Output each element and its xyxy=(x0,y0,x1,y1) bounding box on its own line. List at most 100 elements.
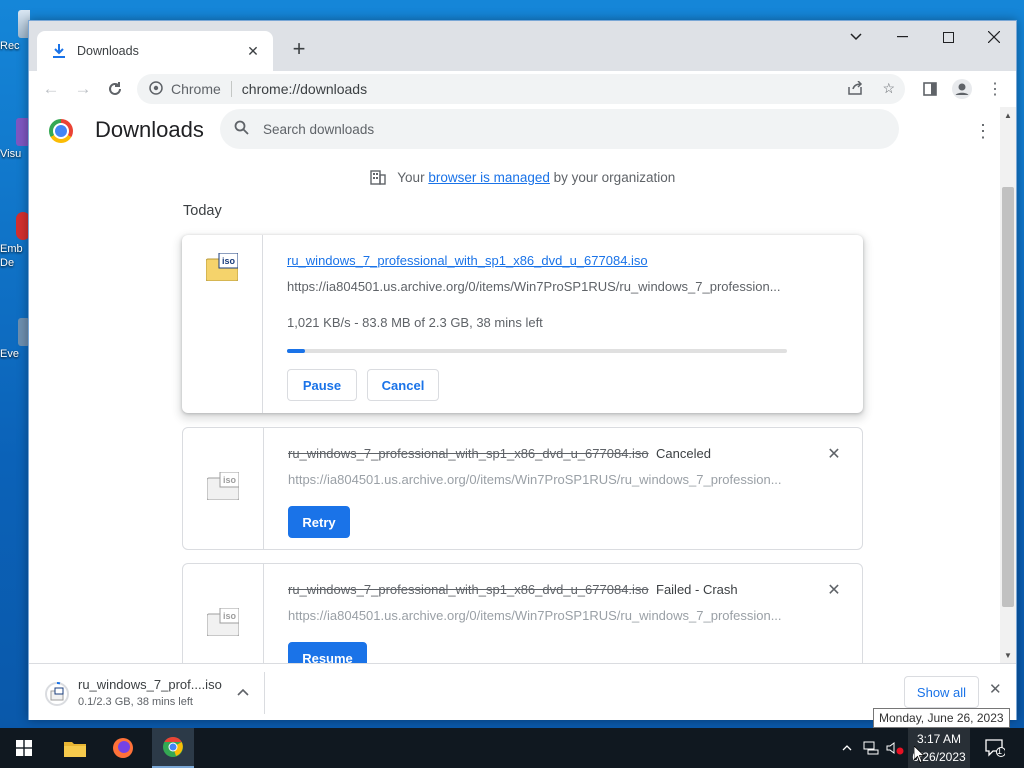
file-icon-column: iso xyxy=(183,564,264,663)
scrollbar-thumb[interactable] xyxy=(1002,187,1014,607)
taskbar: 3:17 AM 6/26/2023 1 xyxy=(0,728,1024,768)
retry-button[interactable]: Retry xyxy=(288,506,350,538)
scroll-down-arrow-icon[interactable]: ▼ xyxy=(1000,647,1016,663)
reload-button[interactable] xyxy=(101,75,129,103)
volume-muted-icon[interactable] xyxy=(884,728,906,768)
desktop-icon-label: Emb De xyxy=(0,243,23,269)
section-heading-today: Today xyxy=(183,203,222,219)
downloads-header: Downloads ⋮ xyxy=(29,107,1016,163)
mouse-cursor-icon xyxy=(913,745,926,766)
tab-strip: Downloads ✕ + xyxy=(29,21,1016,71)
managed-link[interactable]: browser is managed xyxy=(428,170,550,185)
chevron-up-tray-icon[interactable] xyxy=(838,728,856,768)
download-item: iso ru_windows_7_professional_with_sp1_x… xyxy=(182,563,863,663)
back-button[interactable]: ← xyxy=(37,75,65,103)
file-name: ru_windows_7_professional_with_sp1_x86_d… xyxy=(288,582,649,597)
toolbar: ← → Chrome chrome://downloads ☆ ⋮ xyxy=(29,71,1016,107)
scroll-up-arrow-icon[interactable]: ▲ xyxy=(1000,107,1016,123)
desktop-icon-label: Rec xyxy=(0,40,20,52)
remove-item-icon[interactable]: ✕ xyxy=(824,580,844,600)
tab-title: Downloads xyxy=(77,44,139,58)
progress-bar-fill xyxy=(287,349,305,353)
iso-label: iso xyxy=(222,256,236,266)
chrome-secure-icon xyxy=(149,80,163,98)
bookmark-star-icon[interactable]: ☆ xyxy=(882,80,895,97)
profile-avatar-icon[interactable] xyxy=(948,75,976,103)
resume-button[interactable]: Resume xyxy=(288,642,367,663)
side-panel-icon[interactable] xyxy=(916,75,944,103)
chevron-up-icon[interactable] xyxy=(237,684,249,699)
page-title: Downloads xyxy=(95,117,204,142)
file-icon-column: iso xyxy=(183,428,264,549)
iso-file-icon: iso xyxy=(206,471,240,501)
building-icon xyxy=(370,169,386,188)
network-icon[interactable] xyxy=(860,728,882,768)
more-actions-icon[interactable]: ⋮ xyxy=(971,119,995,143)
managed-prefix: Your xyxy=(397,170,425,185)
file-name: ru_windows_7_professional_with_sp1_x86_d… xyxy=(288,446,649,461)
file-url[interactable]: https://ia804501.us.archive.org/0/items/… xyxy=(288,608,784,623)
iso-file-icon: iso xyxy=(205,252,239,282)
notification-center-icon[interactable]: 1 xyxy=(978,728,1012,768)
download-item: iso ru_windows_7_professional_with_sp1_x… xyxy=(182,235,863,413)
omnibox-url: chrome://downloads xyxy=(241,81,368,97)
tab-downloads[interactable]: Downloads ✕ xyxy=(37,31,273,71)
shelf-download-item[interactable]: ru_windows_7_prof....iso 0.1/2.3 GB, 38 … xyxy=(41,672,265,714)
maximize-button[interactable] xyxy=(925,21,971,53)
shelf-file-name: ru_windows_7_prof....iso xyxy=(78,677,222,692)
minimize-button[interactable] xyxy=(879,21,925,53)
page-scrollbar[interactable]: ▲ ▼ xyxy=(1000,107,1016,663)
progress-bar xyxy=(287,349,787,353)
downloads-page: Downloads ⋮ Your browser is managed by y… xyxy=(29,107,1016,663)
managed-suffix: by your organization xyxy=(553,170,676,185)
omnibox-chrome-label: Chrome xyxy=(171,81,221,97)
iso-file-icon xyxy=(45,681,69,706)
date-tooltip: Monday, June 26, 2023 xyxy=(873,708,1010,728)
download-item: iso ru_windows_7_professional_with_sp1_x… xyxy=(182,427,863,550)
close-tab-icon[interactable]: ✕ xyxy=(243,41,263,61)
desktop-icon-label: Visu xyxy=(0,148,22,160)
file-url[interactable]: https://ia804501.us.archive.org/0/items/… xyxy=(288,472,784,487)
desktop-icon-recycle-bin[interactable]: Rec xyxy=(0,10,30,52)
desktop-icon-embarcadero[interactable]: Emb De xyxy=(0,212,30,270)
managed-notice: Your browser is managed by your organiza… xyxy=(29,169,1016,188)
download-shelf: ru_windows_7_prof....iso 0.1/2.3 GB, 38 … xyxy=(29,663,1016,720)
progress-text: 1,021 KB/s - 83.8 MB of 2.3 GB, 38 mins … xyxy=(287,315,543,330)
search-input[interactable] xyxy=(263,121,823,137)
cancel-button[interactable]: Cancel xyxy=(367,369,439,401)
forward-button[interactable]: → xyxy=(69,75,97,103)
file-icon-column: iso xyxy=(182,235,263,413)
chrome-logo-icon xyxy=(49,119,73,143)
search-box[interactable] xyxy=(220,109,899,149)
omnibox[interactable]: Chrome chrome://downloads ☆ xyxy=(137,74,905,104)
remove-item-icon[interactable]: ✕ xyxy=(824,444,844,464)
iso-file-icon: iso xyxy=(206,607,240,637)
new-tab-button[interactable]: + xyxy=(285,35,313,63)
iso-label: iso xyxy=(223,611,237,621)
firefox-icon[interactable] xyxy=(104,728,142,768)
close-window-button[interactable] xyxy=(971,21,1017,53)
desktop-icon-label: Eve xyxy=(0,348,19,360)
file-name-link[interactable]: ru_windows_7_professional_with_sp1_x86_d… xyxy=(287,253,648,268)
download-icon xyxy=(51,43,67,59)
chrome-window: Downloads ✕ + ← → Chrome chrome://downlo… xyxy=(28,20,1017,720)
status-text: Canceled xyxy=(656,446,711,461)
pause-button[interactable]: Pause xyxy=(287,369,357,401)
windows-start-icon[interactable] xyxy=(8,728,40,768)
iso-label: iso xyxy=(223,475,237,485)
close-shelf-icon[interactable]: ✕ xyxy=(989,680,1002,698)
chrome-taskbar-icon[interactable] xyxy=(152,728,194,768)
file-url[interactable]: https://ia804501.us.archive.org/0/items/… xyxy=(287,279,783,294)
chrome-menu-icon[interactable]: ⋮ xyxy=(981,75,1009,103)
file-explorer-icon[interactable] xyxy=(56,728,94,768)
show-all-button[interactable]: Show all xyxy=(904,676,979,708)
share-icon[interactable] xyxy=(848,80,863,98)
tab-search-icon[interactable] xyxy=(833,21,879,53)
omnibox-divider xyxy=(230,81,232,97)
desktop-icon-event-viewer[interactable]: Eve xyxy=(0,318,30,360)
status-text: Failed - Crash xyxy=(656,582,738,597)
desktop-icon-visual-studio[interactable]: Visu xyxy=(0,118,30,160)
notification-count: 1 xyxy=(997,746,1003,756)
search-icon xyxy=(234,120,249,138)
shelf-file-status: 0.1/2.3 GB, 38 mins left xyxy=(78,696,193,708)
